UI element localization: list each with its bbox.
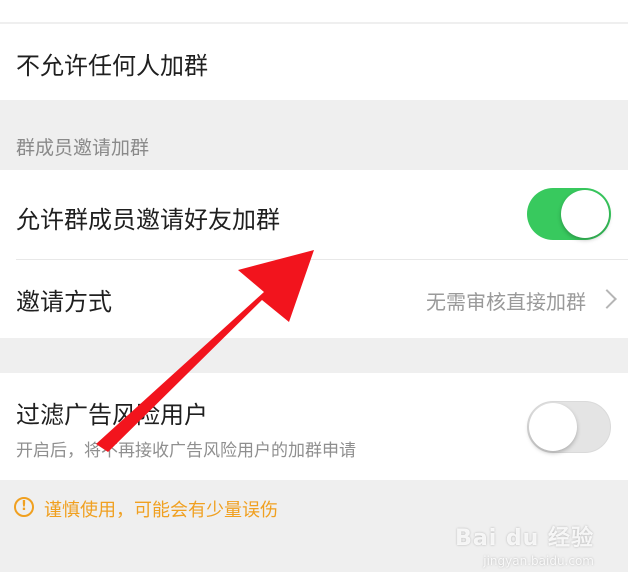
arrow-shape	[96, 250, 314, 452]
watermark-url: jingyan.baidu.com	[483, 554, 594, 568]
red-arrow-annotation	[96, 250, 314, 452]
watermark-logo: Bai du 经验	[455, 526, 594, 551]
